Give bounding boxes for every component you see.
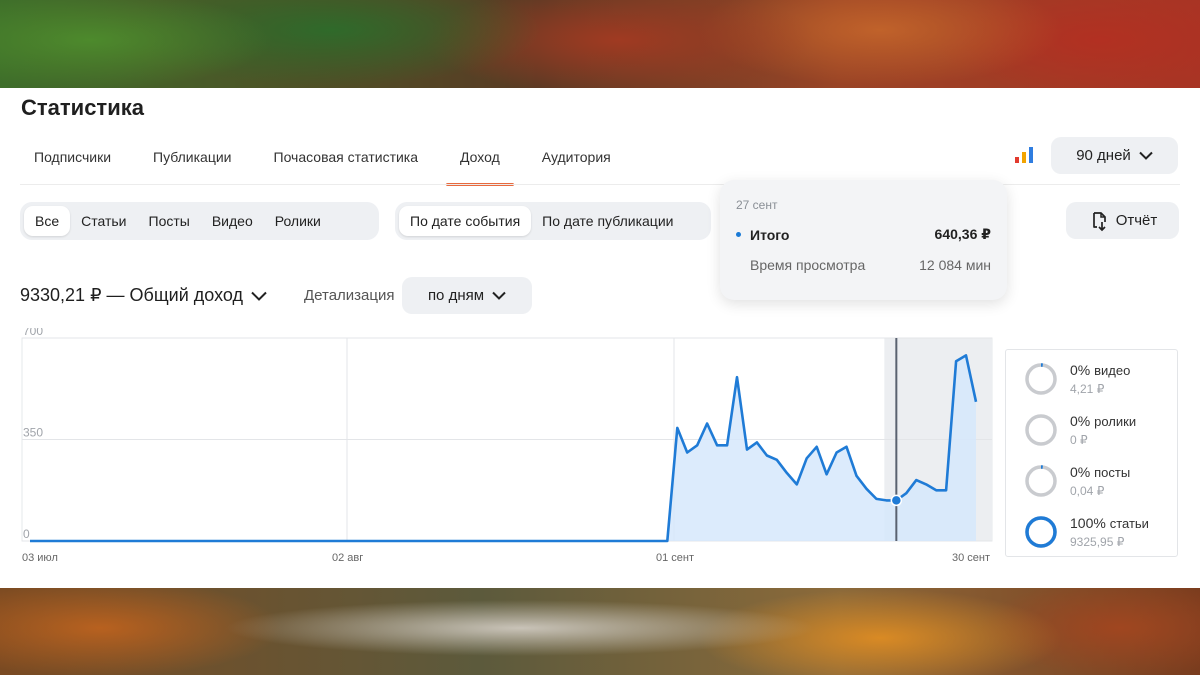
income-chart: 700 350 0 03 июл 02 авг 01 сент 30 сент (21, 328, 993, 564)
video-share-ring (1025, 363, 1057, 395)
ring-track (1025, 414, 1057, 446)
x-tick-label: 30 сент (952, 552, 990, 564)
filter-posts[interactable]: Посты (138, 206, 201, 236)
legend-articles-amount: 9325,95 ₽ (1070, 535, 1125, 549)
x-tick-label: 02 авг (332, 552, 363, 564)
legend-video-amount: 4,21 ₽ (1070, 382, 1105, 396)
tab-income[interactable]: Доход (446, 140, 514, 186)
detail-label: Детализация (304, 287, 395, 304)
legend-shorts-amount: 0 ₽ (1070, 433, 1088, 447)
tab-hourly[interactable]: Почасовая статистика (260, 140, 433, 174)
chevron-down-icon (251, 291, 267, 301)
legend-video-percent: 0% видео (1070, 362, 1131, 378)
total-income-label: 9330,21 ₽ — Общий доход (20, 285, 243, 305)
tooltip-view-label: Время просмотра (750, 257, 866, 273)
y-tick-label: 700 (23, 328, 43, 338)
period-dropdown[interactable]: 90 дней (1051, 137, 1178, 174)
tooltip-total-row: Итого 640,36 ₽ (736, 226, 991, 243)
tooltip-date: 27 сент (736, 198, 778, 212)
x-tick-label: 03 июл (22, 552, 58, 564)
background-bottom (0, 588, 1200, 675)
tooltip-view-row: Время просмотра 12 084 мин (736, 257, 991, 273)
ring-share (1025, 516, 1057, 548)
legend-panel: 0% видео 4,21 ₽ 0% ролики 0 ₽ 0% посты 0… (1005, 349, 1178, 557)
content-type-filter: Все Статьи Посты Видео Ролики (20, 202, 379, 240)
report-button[interactable]: Отчёт (1066, 202, 1179, 239)
report-label: Отчёт (1115, 212, 1158, 229)
y-tick-label: 0 (23, 527, 30, 541)
tab-audience[interactable]: Аудитория (528, 140, 625, 174)
detail-dropdown[interactable]: по дням (402, 277, 532, 314)
bar-chart-icon[interactable] (1014, 146, 1034, 164)
chevron-down-icon (492, 291, 506, 300)
report-download-icon (1092, 211, 1106, 231)
total-income-dropdown[interactable]: 9330,21 ₽ — Общий доход (20, 285, 267, 306)
legend-articles-percent: 100% статьи (1070, 515, 1149, 531)
filter-by-publish-date[interactable]: По дате публикации (531, 206, 684, 236)
ring-track (1025, 363, 1057, 395)
date-mode-filter: По дате события По дате публикации (395, 202, 711, 240)
filter-shorts[interactable]: Ролики (264, 206, 332, 236)
legend-shorts-percent: 0% ролики (1070, 413, 1137, 429)
tab-subscribers[interactable]: Подписчики (20, 140, 125, 174)
statistics-panel: Статистика Подписчики Публикации Почасов… (0, 88, 1200, 588)
filter-articles[interactable]: Статьи (70, 206, 137, 236)
tooltip-total-value: 640,36 ₽ (934, 226, 991, 242)
chevron-down-icon (1139, 151, 1153, 160)
legend-posts-amount: 0,04 ₽ (1070, 484, 1105, 498)
filter-by-event-date[interactable]: По дате события (399, 206, 532, 236)
ring-track (1025, 465, 1057, 497)
page-title: Статистика (21, 95, 144, 120)
series-dot-icon (736, 232, 741, 237)
x-tick-label: 01 сент (656, 552, 694, 564)
stats-tabs: Подписчики Публикации Почасовая статисти… (20, 140, 639, 186)
tabs-divider (20, 184, 1180, 185)
period-label: 90 дней (1076, 147, 1131, 164)
legend-posts-percent: 0% посты (1070, 464, 1131, 480)
chart-tooltip: 27 сент Итого 640,36 ₽ Время просмотра 1… (720, 180, 1007, 300)
background-top (0, 0, 1200, 88)
shorts-share-ring (1025, 414, 1057, 446)
tooltip-view-value: 12 084 мин (919, 257, 991, 273)
posts-share-ring (1025, 465, 1057, 497)
selected-point (890, 494, 903, 507)
filter-video[interactable]: Видео (201, 206, 264, 236)
detail-value: по дням (427, 287, 485, 304)
articles-share-ring (1025, 516, 1057, 548)
filter-all[interactable]: Все (24, 206, 71, 236)
tab-publications[interactable]: Публикации (139, 140, 245, 174)
y-tick-label: 350 (23, 426, 43, 440)
tooltip-total-label: Итого (750, 226, 790, 243)
